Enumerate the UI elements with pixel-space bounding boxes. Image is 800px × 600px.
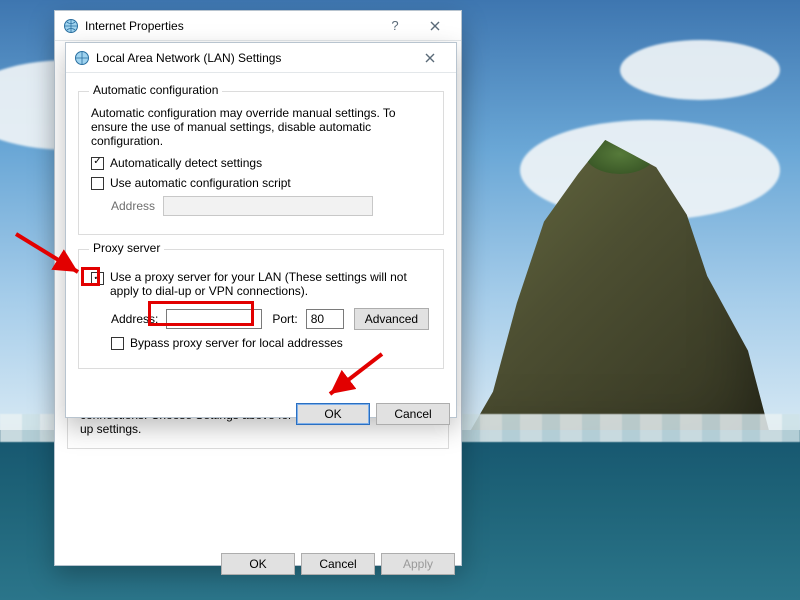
ok-button[interactable]: OK [296,403,370,425]
internet-options-icon [63,18,79,34]
cancel-button[interactable]: Cancel [301,553,375,575]
proxy-address-label: Address: [111,312,158,326]
proxy-address-input[interactable] [166,309,262,329]
dialog-buttons: OK Cancel [66,393,456,433]
auto-config-group: Automatic configuration Automatic config… [78,91,444,235]
help-button[interactable]: ? [375,12,415,40]
proxy-group: Proxy server Use a proxy server for your… [78,249,444,369]
script-address-label: Address [111,199,155,213]
bypass-local-label: Bypass proxy server for local addresses [130,336,343,350]
use-proxy-label: Use a proxy server for your LAN (These s… [110,270,431,298]
auto-detect-checkbox[interactable] [91,157,104,170]
internet-options-icon [74,50,90,66]
titlebar[interactable]: Local Area Network (LAN) Settings [66,43,456,73]
ok-button[interactable]: OK [221,553,295,575]
bypass-local-checkbox[interactable] [111,337,124,350]
script-address-input [163,196,373,216]
window-title: Internet Properties [85,19,375,33]
proxy-port-label: Port: [272,312,297,326]
titlebar[interactable]: Internet Properties ? [55,11,461,41]
close-button[interactable] [415,12,455,40]
use-script-label: Use automatic configuration script [110,176,291,190]
apply-button[interactable]: Apply [381,553,455,575]
group-legend: Proxy server [89,241,164,255]
window-title: Local Area Network (LAN) Settings [96,51,410,65]
group-legend: Automatic configuration [89,83,222,97]
proxy-port-input[interactable] [306,309,344,329]
lan-settings-dialog: Local Area Network (LAN) Settings Automa… [65,42,457,418]
desktop-background: Internet Properties ? Local Area Network… [0,0,800,600]
dialog-buttons: OK Cancel Apply [55,543,461,583]
advanced-button[interactable]: Advanced [354,308,429,330]
auto-detect-label: Automatically detect settings [110,156,262,170]
window-body: Automatic configuration Automatic config… [66,73,456,393]
cancel-button[interactable]: Cancel [376,403,450,425]
use-proxy-checkbox[interactable] [91,272,104,285]
use-script-checkbox[interactable] [91,177,104,190]
close-button[interactable] [410,44,450,72]
auto-config-note: Automatic configuration may override man… [91,106,431,148]
decor-cloud [620,40,780,100]
